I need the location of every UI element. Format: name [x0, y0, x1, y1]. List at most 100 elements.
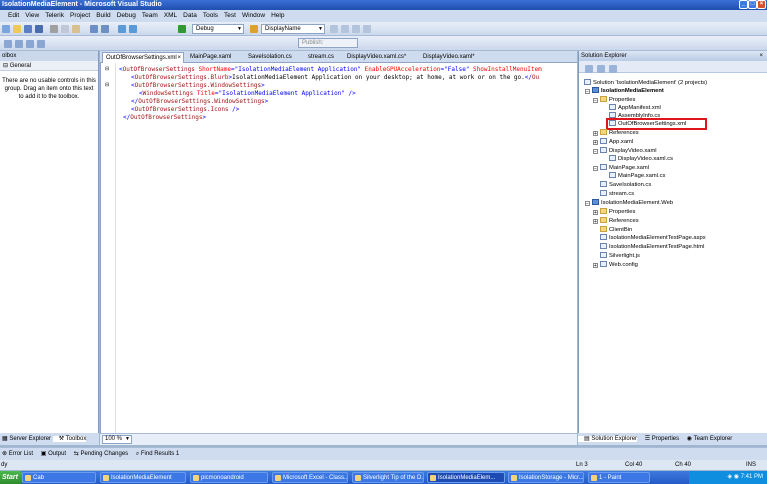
tab-solution-explorer[interactable]: ▤ Solution Explorer — [578, 436, 638, 442]
menu-edit[interactable]: Edit — [0, 10, 22, 22]
solution-explorer-icon[interactable] — [330, 25, 338, 33]
taskbar-item-cab[interactable]: Cab — [22, 472, 96, 483]
tab-team-explorer[interactable]: ◉ Team Explorer — [681, 436, 732, 442]
tree-node-displayvideo-xaml[interactable]: DisplayVideo.xaml — [600, 147, 657, 155]
tree-node-testpage-html[interactable]: IsolationMediaElementTestPage.html — [600, 243, 704, 251]
tree-node-clientbin[interactable]: ClientBin — [600, 226, 632, 234]
solution-configuration-combo[interactable]: Debug ▼ — [192, 24, 244, 34]
expand-icon[interactable]: + — [593, 263, 598, 269]
tab-mainpage[interactable]: MainPage.xaml — [187, 52, 243, 63]
expand-icon[interactable]: − — [593, 166, 598, 172]
toolbar-icon[interactable] — [26, 40, 34, 48]
tab-stream[interactable]: stream.cs — [305, 52, 339, 63]
show-all-files-icon[interactable] — [597, 65, 605, 73]
navigate-forward-icon[interactable] — [129, 25, 137, 33]
menu-help[interactable]: Help — [268, 10, 287, 22]
expand-icon[interactable]: − — [593, 98, 598, 104]
clock[interactable]: 7:41 PM — [741, 474, 763, 480]
tab-output[interactable]: ▣ Output — [35, 451, 66, 457]
expand-icon[interactable]: − — [593, 149, 598, 155]
toolbox-group-general[interactable]: ⊟ General — [0, 61, 98, 71]
tree-node-app-xaml[interactable]: App.xaml — [600, 138, 633, 146]
toolbar-icon[interactable] — [37, 40, 45, 48]
menu-build[interactable]: Build — [93, 10, 113, 22]
publish-combo[interactable]: Publish: — [298, 38, 358, 48]
taskbar-item-isolationstorage[interactable]: IsolationStorage - Micr... — [508, 472, 584, 483]
menu-data[interactable]: Data — [180, 10, 200, 22]
undo-icon[interactable] — [90, 25, 98, 33]
menu-project[interactable]: Project — [67, 10, 93, 22]
open-file-icon[interactable] — [13, 25, 21, 33]
taskbar-item-isolationmediaelement-folder[interactable]: IsolationMediaElement — [100, 472, 186, 483]
expand-icon[interactable]: + — [593, 210, 598, 216]
menu-window[interactable]: Window — [239, 10, 268, 22]
tab-outofbrowsersettings[interactable]: OutOfBrowserSettings.xml × — [102, 52, 184, 63]
maximize-button[interactable]: □ — [748, 0, 757, 9]
refresh-icon[interactable] — [609, 65, 617, 73]
tab-displayvideo-cs[interactable]: DisplayVideo.xaml.cs* — [344, 52, 416, 63]
tab-error-list[interactable]: ⊗ Error List — [0, 451, 33, 457]
redo-icon[interactable] — [101, 25, 109, 33]
tab-find-results[interactable]: ⌕ Find Results 1 — [130, 451, 179, 457]
start-debugging-icon[interactable] — [178, 25, 186, 33]
tree-node-mainpage-xaml[interactable]: MainPage.xaml — [600, 164, 649, 172]
tree-node-saveisolation[interactable]: SaveIsolation.cs — [600, 181, 651, 189]
tree-node-stream[interactable]: stream.cs — [600, 190, 634, 198]
expand-icon[interactable]: − — [585, 89, 590, 95]
menu-telerik[interactable]: Telerik — [42, 10, 67, 22]
collapse-icon[interactable]: ⊟ — [105, 66, 109, 72]
tree-node-mainpage-cs[interactable]: MainPage.xaml.cs — [609, 172, 665, 180]
tab-saveisolation[interactable]: SaveIsolation.cs — [245, 52, 301, 63]
taskbar-item-silverlight-tip[interactable]: Silverlight Tip of the D... — [352, 472, 424, 483]
expand-icon[interactable]: + — [593, 140, 598, 146]
tree-node-displayvideo-cs[interactable]: DisplayVideo.xaml.cs — [609, 155, 673, 163]
toolbar-icon[interactable] — [15, 40, 23, 48]
save-all-icon[interactable] — [35, 25, 43, 33]
navigate-back-icon[interactable] — [118, 25, 126, 33]
menu-team[interactable]: Team — [139, 10, 161, 22]
tab-toolbox[interactable]: ⚒ Toolbox — [52, 436, 87, 442]
zoom-combo[interactable]: 100 % ▼ — [102, 435, 132, 444]
collapse-icon[interactable]: ⊟ — [105, 82, 109, 88]
tree-node-solution[interactable]: Solution 'IsolationMediaElement' (2 proj… — [584, 79, 707, 87]
taskbar-item-excel[interactable]: Microsoft Excel - Class... — [272, 472, 348, 483]
expand-icon[interactable]: − — [585, 201, 590, 207]
menu-view[interactable]: View — [22, 10, 42, 22]
taskbar-item-visual-studio[interactable]: IsolationMediaElem... — [427, 472, 505, 483]
tree-node-project-main[interactable]: IsolationMediaElement — [592, 87, 664, 95]
save-icon[interactable] — [24, 25, 32, 33]
object-browser-icon[interactable] — [352, 25, 360, 33]
close-icon[interactable]: × — [759, 51, 763, 61]
properties-icon[interactable] — [585, 65, 593, 73]
menu-xml[interactable]: XML — [161, 10, 180, 22]
menu-tools[interactable]: Tools — [200, 10, 221, 22]
tree-node-testpage-aspx[interactable]: IsolationMediaElementTestPage.aspx — [600, 234, 706, 242]
minimize-button[interactable]: _ — [739, 0, 748, 9]
paste-icon[interactable] — [72, 25, 80, 33]
tree-node-web-references[interactable]: References — [600, 217, 639, 225]
tree-node-references[interactable]: References — [600, 129, 639, 137]
tab-properties[interactable]: ☰ Properties — [639, 436, 679, 442]
tree-node-web-properties[interactable]: Properties — [600, 208, 635, 216]
toolbar-icon[interactable] — [4, 40, 12, 48]
find-icon[interactable] — [250, 25, 258, 33]
menu-debug[interactable]: Debug — [114, 10, 139, 22]
properties-icon[interactable] — [341, 25, 349, 33]
taskbar-item-picmonoandroid[interactable]: picmonoandroid — [190, 472, 268, 483]
tree-node-properties[interactable]: Properties — [600, 96, 635, 104]
tree-node-silverlight-js[interactable]: Silverlight.js — [600, 252, 640, 260]
find-combo[interactable]: DisplayName ▼ — [261, 24, 325, 34]
cut-icon[interactable] — [50, 25, 58, 33]
tab-pending-changes[interactable]: ⇆ Pending Changes — [68, 451, 128, 457]
expand-icon[interactable]: + — [593, 131, 598, 137]
toolbox-icon[interactable] — [363, 25, 371, 33]
tree-node-appmanifest[interactable]: AppManifest.xml — [609, 104, 661, 112]
menu-test[interactable]: Test — [221, 10, 239, 22]
taskbar-item-paint[interactable]: 1 - Paint — [588, 472, 650, 483]
start-button[interactable]: Start — [0, 471, 24, 484]
tree-node-web-config[interactable]: Web.config — [600, 261, 638, 269]
new-project-icon[interactable] — [2, 25, 10, 33]
tree-node-project-web[interactable]: IsolationMediaElement.Web — [592, 199, 673, 207]
volume-icon[interactable]: ◉ — [734, 474, 741, 480]
tab-displayvideo-xaml[interactable]: DisplayVideo.xaml* — [420, 52, 484, 63]
